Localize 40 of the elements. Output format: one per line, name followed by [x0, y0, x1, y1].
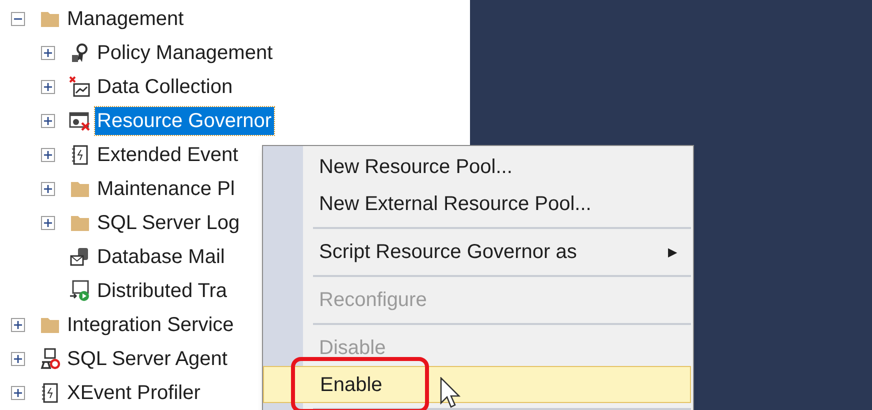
expand-icon[interactable]: [41, 216, 55, 230]
menu-item[interactable]: Enable: [263, 366, 691, 403]
tree-item[interactable]: Database Mail: [95, 243, 227, 271]
tree-item[interactable]: Distributed Tra: [95, 277, 230, 305]
expand-icon[interactable]: [41, 148, 55, 162]
menu-item[interactable]: New Resource Pool...: [303, 148, 691, 185]
expand-icon[interactable]: [41, 114, 55, 128]
menu-item[interactable]: New External Resource Pool...: [303, 185, 691, 222]
collapse-icon[interactable]: [11, 12, 25, 26]
tree-item[interactable]: Resource Governor: [95, 107, 274, 135]
play-server-icon: [69, 280, 91, 302]
tree-item[interactable]: SQL Server Log: [95, 209, 242, 237]
ribbon-icon: [71, 43, 89, 63]
agent-error-icon: [39, 348, 61, 370]
folder-icon: [70, 214, 90, 232]
cursor-icon: [440, 377, 462, 409]
tree-item[interactable]: Policy Management: [95, 39, 275, 67]
tree-item[interactable]: Integration Service: [65, 311, 236, 339]
document-icon: [41, 383, 59, 403]
expand-icon[interactable]: [41, 80, 55, 94]
expand-icon[interactable]: [11, 318, 25, 332]
tree-item[interactable]: Maintenance Pl: [95, 175, 237, 203]
submenu-arrow: ▶: [668, 244, 677, 260]
tree-item[interactable]: Data Collection: [95, 73, 235, 101]
expand-icon[interactable]: [41, 182, 55, 196]
tree-item[interactable]: XEvent Profiler: [65, 379, 202, 407]
folder-icon: [40, 10, 60, 28]
expand-icon[interactable]: [41, 46, 55, 60]
tree-item[interactable]: Extended Event: [95, 141, 240, 169]
tree-item[interactable]: Management: [65, 5, 186, 33]
chart-icon: [69, 76, 91, 98]
tree-item[interactable]: SQL Server Agent: [65, 345, 230, 373]
window-error-icon: [69, 111, 91, 131]
expand-icon[interactable]: [11, 386, 25, 400]
menu-item[interactable]: Script Resource Governor as ▶: [303, 233, 691, 270]
document-icon: [71, 145, 89, 165]
mail-database-icon: [69, 247, 91, 267]
folder-icon: [70, 180, 90, 198]
expand-icon[interactable]: [11, 352, 25, 366]
folder-icon: [40, 316, 60, 334]
